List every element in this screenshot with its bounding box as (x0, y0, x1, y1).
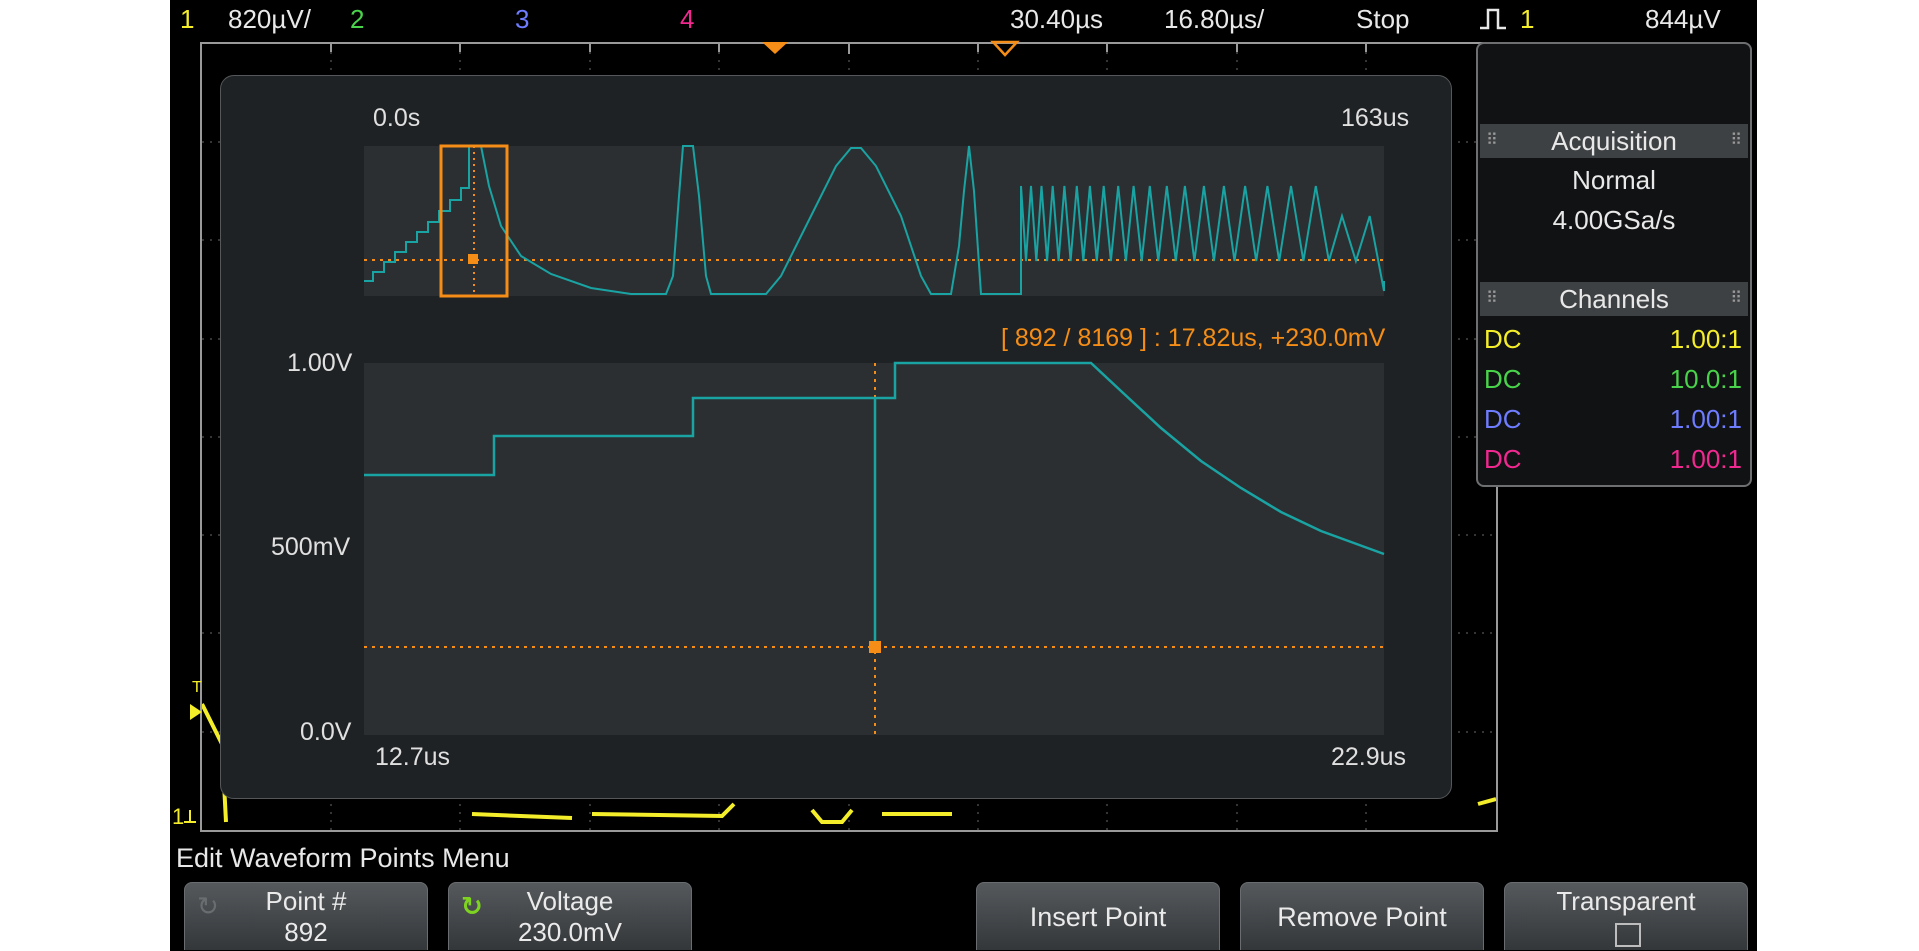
channel-attenuation: 10.0:1 (1669, 364, 1742, 394)
overview-end-label: 163us (1341, 104, 1410, 132)
point-number-softkey[interactable]: ↻ Point # 892 (184, 882, 428, 950)
insert-point-label: Insert Point (1029, 902, 1167, 932)
delay-reference-marker[interactable] (990, 40, 1020, 58)
transparent-checkbox[interactable] (1615, 923, 1641, 947)
ch3-number[interactable]: 3 (515, 4, 529, 34)
ch1-number[interactable]: 1 (180, 4, 194, 34)
selected-point-marker[interactable] (869, 641, 881, 653)
ch1-scale[interactable]: 820µV/ (228, 4, 311, 34)
y-axis-mid-label: 500mV (271, 533, 351, 561)
oscilloscope-screen: 1 820µV/ 2 3 4 30.40µs 16.80µs/ Stop 1 8… (170, 0, 1757, 951)
channel-coupling: DC (1484, 364, 1522, 394)
trigger-source[interactable]: 1 (1520, 4, 1534, 34)
zoom-start-label: 12.7us (375, 743, 451, 771)
channel-attenuation: 1.00:1 (1669, 444, 1742, 474)
grip-icon: ⠿ (1730, 132, 1742, 149)
ch4-number[interactable]: 4 (680, 4, 694, 34)
overview-plot[interactable] (364, 146, 1384, 296)
voltage-label: Voltage (526, 886, 614, 916)
ch1-ground-marker[interactable]: 1 (170, 800, 200, 830)
voltage-value: 230.0mV (517, 917, 623, 947)
time-delay[interactable]: 30.40µs (1010, 4, 1103, 34)
acquisition-mode: Normal (1572, 165, 1656, 195)
y-axis-top-label: 1.00V (287, 349, 353, 377)
svg-text:T: T (192, 679, 202, 696)
point-number-label: Point # (265, 886, 347, 916)
channel-row-1: DC 1.00:1 (1484, 320, 1742, 358)
grip-icon: ⠿ (1486, 290, 1498, 307)
ch2-number[interactable]: 2 (350, 4, 364, 34)
channel-row-2: DC 10.0:1 (1484, 360, 1742, 398)
channels-title: Channels (1559, 284, 1669, 314)
channel-row-3: DC 1.00:1 (1484, 400, 1742, 438)
trigger-level-marker[interactable]: T (188, 676, 214, 724)
overview-start-label: 0.0s (373, 104, 421, 132)
menu-title: Edit Waveform Points Menu (176, 843, 510, 873)
point-number-value: 892 (284, 917, 328, 947)
overview-point-marker[interactable] (468, 254, 478, 264)
zoom-end-label: 22.9us (1331, 743, 1407, 771)
sample-rate: 4.00GSa/s (1552, 205, 1676, 235)
grip-icon: ⠿ (1486, 132, 1498, 149)
y-axis-bottom-label: 0.0V (300, 718, 352, 746)
channel-attenuation: 1.00:1 (1669, 404, 1742, 434)
remove-point-button[interactable]: Remove Point (1240, 882, 1484, 950)
channel-attenuation: 1.00:1 (1669, 324, 1742, 354)
acquisition-header: ⠿ Acquisition ⠿ (1480, 124, 1748, 158)
trigger-position-marker[interactable] (760, 40, 790, 56)
run-state[interactable]: Stop (1356, 4, 1410, 34)
grip-icon: ⠿ (1730, 290, 1742, 307)
trigger-level[interactable]: 844µV (1645, 4, 1721, 34)
svg-text:1: 1 (172, 804, 184, 829)
channel-coupling: DC (1484, 404, 1522, 434)
rising-edge-trigger-icon (1478, 6, 1508, 38)
remove-point-label: Remove Point (1277, 902, 1447, 932)
channel-coupling: DC (1484, 444, 1522, 474)
channel-row-4: DC 1.00:1 (1484, 440, 1742, 478)
point-readout: [ 892 / 8169 ] : 17.82us, +230.0mV (1001, 324, 1386, 352)
status-bar: 1 820µV/ 2 3 4 30.40µs 16.80µs/ Stop 1 8… (170, 0, 1757, 38)
insert-point-button[interactable]: Insert Point (976, 882, 1220, 950)
voltage-softkey[interactable]: ↻ Voltage 230.0mV (448, 882, 692, 950)
waveform-edit-canvas[interactable] (221, 76, 1452, 799)
time-scale[interactable]: 16.80µs/ (1164, 4, 1264, 34)
transparent-softkey[interactable]: Transparent (1504, 882, 1748, 950)
transparent-label: Transparent (1556, 886, 1696, 916)
side-info-panel: ⠿ Acquisition ⠿ Normal 4.00GSa/s ⠿ Chann… (1476, 42, 1752, 487)
channel-coupling: DC (1484, 324, 1522, 354)
channels-header: ⠿ Channels ⠿ (1480, 282, 1748, 316)
acquisition-title: Acquisition (1551, 126, 1677, 156)
waveform-edit-popup[interactable]: 0.0s 163us [ 892 / 8169 ] : 17.82us, +23… (220, 75, 1452, 799)
